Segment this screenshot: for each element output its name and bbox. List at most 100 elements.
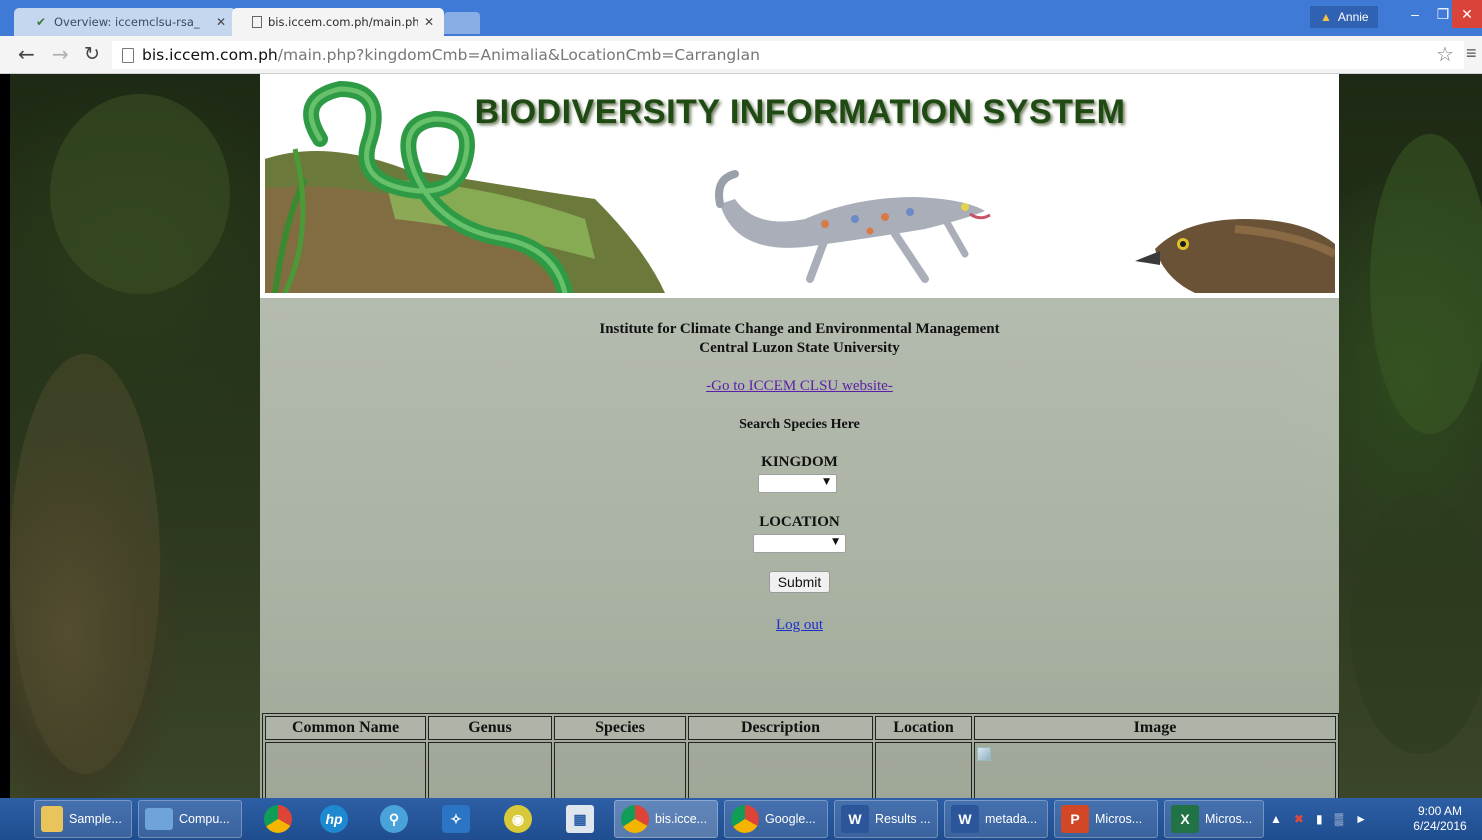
taskbar-word-results[interactable]: W Results ... xyxy=(834,800,938,838)
page-info-icon[interactable] xyxy=(122,47,134,63)
background-foliage xyxy=(50,94,230,294)
warning-icon: ▲ xyxy=(1320,10,1332,24)
taskbar-chrome-pinned[interactable] xyxy=(258,800,302,838)
taskbar-clock[interactable]: 9:00 AM 6/24/2016 xyxy=(1402,804,1478,834)
taskbar-excel[interactable]: X Micros... xyxy=(1164,800,1264,838)
clock-date: 6/24/2016 xyxy=(1413,819,1467,833)
page-viewport: BIODIVERSITY INFORMATION SYSTEM Institut… xyxy=(10,74,1482,798)
globe-icon: ◉ xyxy=(504,805,532,833)
image-app-icon: ▦ xyxy=(566,805,594,833)
network-warning-icon[interactable]: ✖ xyxy=(1294,812,1304,826)
column-header-species: Species xyxy=(554,716,686,740)
chrome-icon xyxy=(621,805,649,833)
address-bar[interactable]: bis.iccem.com.ph/main.php?kingdomCmb=Ani… xyxy=(112,41,1464,69)
background-foliage xyxy=(10,354,160,774)
taskbar-word-metadata[interactable]: W metada... xyxy=(944,800,1048,838)
chrome-icon xyxy=(731,805,759,833)
results-table: Common Name Genus Species Description Lo… xyxy=(262,713,1339,798)
submit-button[interactable]: Submit xyxy=(769,571,830,593)
chrome-icon xyxy=(264,805,292,833)
table-cell xyxy=(688,742,873,798)
windows-taskbar: Sample... Compu... hp ⚲ ✧ ◉ ▦ bis.icce..… xyxy=(0,798,1482,840)
computer-icon xyxy=(145,808,173,830)
magnifier-icon: ⚲ xyxy=(380,805,408,833)
taskbar-arcgis[interactable]: ✧ xyxy=(436,800,480,838)
background-foliage xyxy=(1370,134,1482,434)
url-path: /main.php?kingdomCmb=Animalia&LocationCm… xyxy=(277,46,760,64)
kingdom-select[interactable]: ▼ xyxy=(758,474,837,493)
taskbar-image-app[interactable]: ▦ xyxy=(560,800,604,838)
reload-icon[interactable]: ↻ xyxy=(84,44,100,64)
url-host: bis.iccem.com.ph xyxy=(142,46,278,64)
taskbar-folder-sample[interactable]: Sample... xyxy=(34,800,132,838)
system-tray: ▲ ✖ ▮ ▒ ► xyxy=(1270,798,1367,840)
institute-name: Institute for Climate Change and Environ… xyxy=(599,321,1000,337)
taskbar-globe-app[interactable]: ◉ xyxy=(498,800,542,838)
hp-icon: hp xyxy=(320,805,348,833)
table-cell xyxy=(428,742,552,798)
profile-button[interactable]: ▲ Annie xyxy=(1310,6,1378,28)
taskbar-search-app[interactable]: ⚲ xyxy=(374,800,418,838)
column-header-genus: Genus xyxy=(428,716,552,740)
new-tab-button[interactable] xyxy=(444,12,480,34)
profile-name: Annie xyxy=(1337,10,1369,24)
table-cell xyxy=(875,742,972,798)
taskbar-label: Micros... xyxy=(1205,812,1253,826)
close-tab-icon[interactable]: ✕ xyxy=(216,15,226,29)
browser-toolbar: ← → ↻ bis.iccem.com.ph/main.php?kingdomC… xyxy=(0,36,1482,74)
chrome-menu-icon[interactable]: ≡ xyxy=(1466,43,1477,64)
institute-heading: Institute for Climate Change and Environ… xyxy=(260,320,1339,358)
back-arrow-icon[interactable]: ← xyxy=(18,44,35,64)
iccem-website-link[interactable]: -Go to ICCEM CLSU website- xyxy=(706,378,893,394)
banner-title: BIODIVERSITY INFORMATION SYSTEM xyxy=(474,93,1126,131)
column-header-image: Image xyxy=(974,716,1336,740)
taskbar-powerpoint[interactable]: P Micros... xyxy=(1054,800,1158,838)
dropdown-arrow-icon: ▼ xyxy=(832,537,839,547)
taskbar-label: Micros... xyxy=(1095,812,1143,826)
minimize-window-icon[interactable]: – xyxy=(1400,0,1430,28)
table-header-row: Common Name Genus Species Description Lo… xyxy=(265,716,1336,740)
tab-overview[interactable]: ✔ Overview: iccemclsu-rsa_ ✕ xyxy=(14,8,236,36)
bookmark-star-icon[interactable]: ☆ xyxy=(1436,42,1454,67)
close-window-icon[interactable]: ✕ xyxy=(1452,0,1482,28)
tab-title: Overview: iccemclsu-rsa_ xyxy=(54,15,200,29)
tab-bis-main[interactable]: bis.iccem.com.ph/main.ph ✕ xyxy=(232,8,444,36)
broken-image-icon xyxy=(977,747,991,761)
background-foliage xyxy=(1350,494,1482,754)
taskbar-computer[interactable]: Compu... xyxy=(138,800,242,838)
table-cell xyxy=(265,742,426,798)
taskbar-label: Sample... xyxy=(69,812,122,826)
browser-tab-bar: ✔ Overview: iccemclsu-rsa_ ✕ bis.iccem.c… xyxy=(0,0,1482,36)
location-label: LOCATION xyxy=(759,514,840,530)
website-link-row: -Go to ICCEM CLSU website- xyxy=(260,378,1339,395)
taskbar-label: Compu... xyxy=(179,812,230,826)
show-hidden-icons-icon[interactable]: ▲ xyxy=(1270,812,1282,826)
page-favicon-icon xyxy=(252,16,262,28)
clock-time: 9:00 AM xyxy=(1417,804,1463,818)
table-cell xyxy=(974,742,1336,798)
taskbar-hp[interactable]: hp xyxy=(314,800,358,838)
taskbar-label: bis.icce... xyxy=(655,812,708,826)
signal-icon[interactable]: ▒ xyxy=(1335,812,1344,826)
column-header-description: Description xyxy=(688,716,873,740)
header-banner: BIODIVERSITY INFORMATION SYSTEM xyxy=(260,74,1339,298)
forward-arrow-icon[interactable]: → xyxy=(52,44,69,64)
excel-icon: X xyxy=(1171,805,1199,833)
taskbar-chrome-google[interactable]: Google... xyxy=(724,800,828,838)
logout-link[interactable]: Log out xyxy=(776,617,823,633)
folder-icon xyxy=(41,806,63,832)
taskbar-chrome-bis[interactable]: bis.icce... xyxy=(614,800,718,838)
university-name: Central Luzon State University xyxy=(699,340,900,356)
map-app-icon: ✧ xyxy=(442,805,470,833)
table-row xyxy=(265,742,1336,798)
battery-icon[interactable]: ▮ xyxy=(1316,812,1323,826)
gecko xyxy=(715,170,991,283)
taskbar-label: Google... xyxy=(765,812,816,826)
column-header-location: Location xyxy=(875,716,972,740)
column-header-common-name: Common Name xyxy=(265,716,426,740)
page-container: BIODIVERSITY INFORMATION SYSTEM Institut… xyxy=(260,74,1339,798)
taskbar-label: Results ... xyxy=(875,812,931,826)
close-tab-icon[interactable]: ✕ xyxy=(424,15,434,29)
location-select[interactable]: ▼ xyxy=(753,534,846,553)
volume-icon[interactable]: ► xyxy=(1355,812,1367,826)
